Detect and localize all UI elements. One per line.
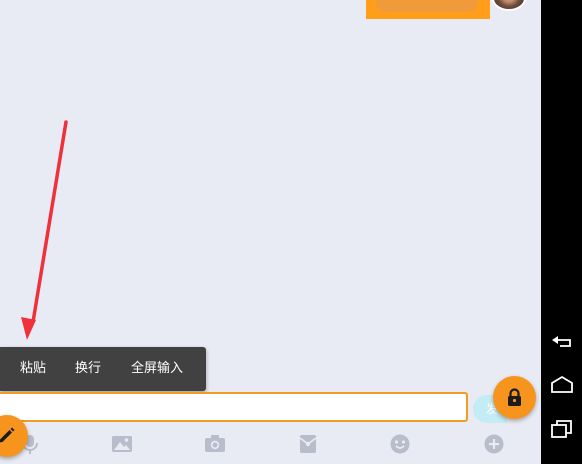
menu-item-fullscreen-input[interactable]: 全屏输入 [131,347,183,391]
lock-button[interactable] [493,376,536,419]
menu-item-paste[interactable]: 粘贴 [20,347,46,391]
image-icon[interactable] [111,433,133,455]
red-arrow-annotation [21,120,68,340]
system-nav-bar [541,0,582,464]
menu-item-newline[interactable]: 换行 [75,347,101,391]
chat-area: 粘贴 换行 全屏输入 发 [0,0,541,464]
message-input[interactable] [0,392,468,422]
emoji-icon[interactable] [389,433,411,455]
input-toolbar [0,428,541,464]
red-packet-icon[interactable] [297,433,319,455]
pencil-icon [0,427,15,443]
recent-apps-icon[interactable] [550,418,574,440]
plus-icon[interactable] [483,433,505,455]
home-icon[interactable] [550,374,574,396]
camera-icon[interactable] [204,433,226,455]
context-menu: 粘贴 换行 全屏输入 [0,347,206,391]
back-icon[interactable] [550,330,574,352]
lock-icon [508,388,521,406]
message-bubble-content [376,0,478,12]
avatar[interactable] [492,0,526,11]
